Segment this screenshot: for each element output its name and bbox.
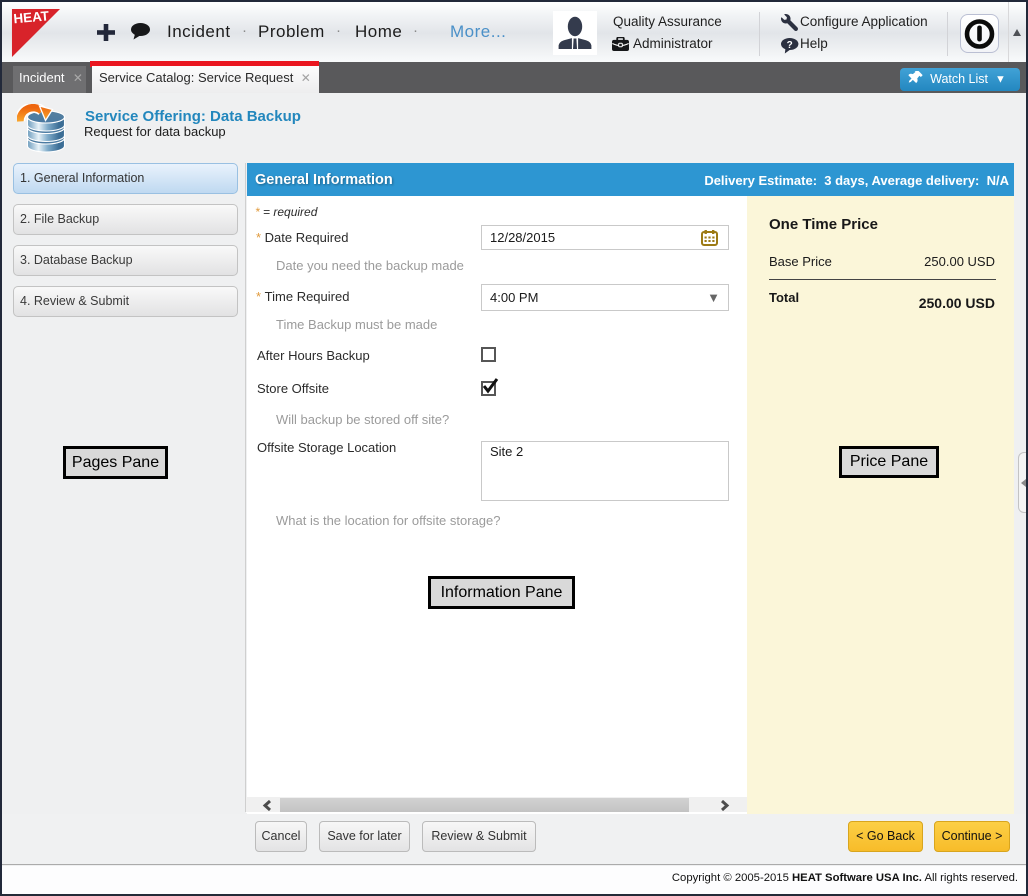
svg-text:?: ? — [787, 40, 793, 51]
svg-text:HEAT: HEAT — [13, 8, 51, 26]
